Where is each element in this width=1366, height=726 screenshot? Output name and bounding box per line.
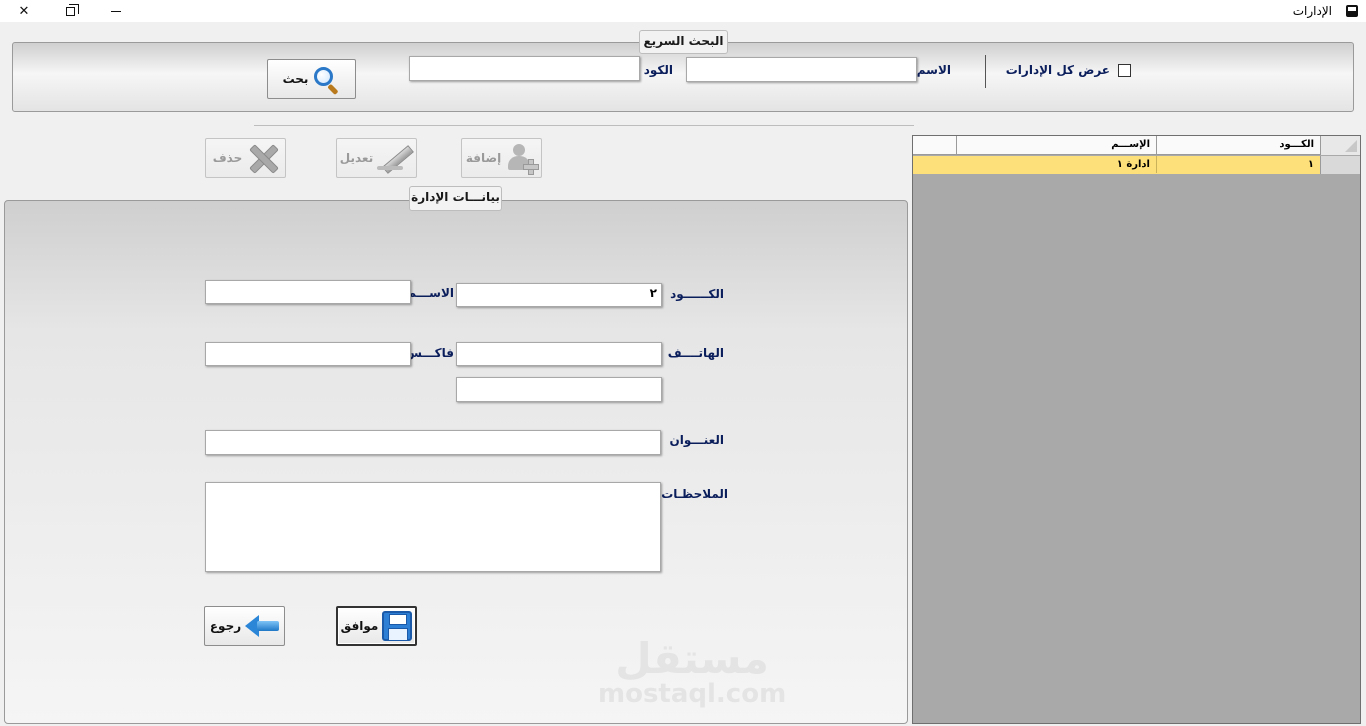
notes-textarea[interactable] — [205, 482, 661, 572]
table-row[interactable]: ١ ادارة ١ — [913, 156, 1360, 174]
restore-window-button[interactable] — [50, 0, 90, 22]
edit-pencil-icon — [377, 142, 413, 174]
title-bar: ✕ الإدارات — [0, 0, 1366, 22]
code-input[interactable]: ٢ — [456, 283, 662, 307]
ok-button[interactable]: موافق — [336, 606, 417, 646]
ok-button-label: موافق — [340, 619, 379, 633]
window-title: الإدارات — [1292, 4, 1332, 18]
back-button[interactable]: رجوع — [204, 606, 285, 646]
restore-icon — [65, 3, 79, 16]
close-icon: ✕ — [18, 3, 30, 19]
delete-button[interactable]: حذف — [205, 138, 286, 178]
app-icon — [1346, 5, 1358, 17]
quick-search-title: البحث السريع — [639, 30, 728, 54]
search-button-label: بحث — [282, 72, 309, 86]
search-icon — [312, 65, 340, 96]
show-all-label: عرض كل الإدارات — [1005, 63, 1110, 77]
notes-label: الملاحظـات — [661, 487, 728, 501]
back-arrow-icon — [245, 615, 280, 637]
fax-input[interactable] — [205, 342, 411, 366]
row-code-cell[interactable]: ١ — [1156, 156, 1320, 173]
back-button-label: رجوع — [209, 619, 242, 633]
search-name-label: الاسم — [916, 63, 951, 77]
fax-label: فاكـــس — [405, 346, 454, 360]
search-divider — [985, 55, 986, 88]
address-label: العنـــوان — [669, 433, 724, 447]
name-input[interactable] — [205, 280, 411, 304]
grid-header-name[interactable]: الإســـم — [956, 136, 1156, 155]
department-form-title: بيانـــات الإدارة — [409, 186, 502, 211]
extra-input[interactable] — [456, 377, 662, 402]
delete-x-icon — [246, 142, 278, 174]
separator-line — [254, 125, 914, 126]
minimize-icon — [111, 10, 121, 12]
grid-header: الكـــود الإســـم — [913, 136, 1360, 155]
add-button[interactable]: إضافة — [461, 138, 542, 178]
show-all-checkbox[interactable] — [1118, 64, 1131, 77]
search-button[interactable]: بحث — [267, 59, 356, 99]
row-header[interactable] — [1320, 156, 1360, 174]
search-name-input[interactable] — [686, 57, 917, 82]
address-input[interactable] — [205, 430, 661, 455]
search-code-label: الكود — [643, 63, 673, 77]
grid-corner-cell[interactable] — [1320, 136, 1360, 155]
edit-button[interactable]: تعديل — [336, 138, 417, 178]
close-window-button[interactable]: ✕ — [4, 0, 44, 22]
grid-header-code[interactable]: الكـــود — [1156, 136, 1320, 155]
edit-button-label: تعديل — [339, 151, 374, 165]
name-label: الاســـم — [407, 286, 454, 300]
departments-grid[interactable]: الكـــود الإســـم ١ ادارة ١ — [912, 135, 1361, 724]
department-form-panel — [4, 200, 908, 724]
phone-label: الهاتــــف — [667, 346, 724, 360]
delete-button-label: حذف — [212, 151, 243, 165]
add-user-icon — [505, 142, 540, 175]
add-button-label: إضافة — [465, 151, 502, 165]
search-code-input[interactable] — [409, 56, 640, 81]
row-name-cell[interactable]: ادارة ١ — [956, 156, 1156, 173]
code-label: الكــــــود — [670, 287, 724, 301]
minimize-window-button[interactable] — [96, 0, 136, 22]
save-disk-icon — [382, 611, 413, 641]
phone-input[interactable] — [456, 342, 662, 366]
